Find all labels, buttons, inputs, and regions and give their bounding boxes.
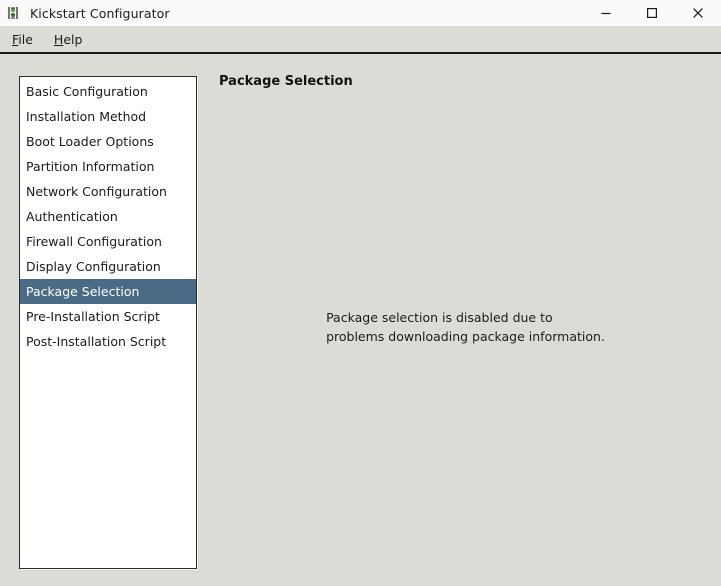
menu-bar: File Help	[0, 26, 721, 54]
minimize-button[interactable]	[583, 0, 629, 26]
content-pane: Package Selection Package selection is d…	[210, 60, 721, 586]
sidebar-item-authentication[interactable]: Authentication	[20, 204, 196, 229]
close-button[interactable]	[675, 0, 721, 26]
menu-item-file-label: ile	[18, 31, 33, 47]
kickstart-app-icon	[6, 5, 22, 21]
sidebar-item-firewall-configuration[interactable]: Firewall Configuration	[20, 229, 196, 254]
window-title: Kickstart Configurator	[30, 5, 170, 21]
sidebar-item-installation-method[interactable]: Installation Method	[20, 104, 196, 129]
disabled-message-line-2: problems downloading package information…	[326, 329, 605, 344]
sidebar-item-label: Basic Configuration	[26, 84, 148, 99]
sidebar-item-label: Network Configuration	[26, 184, 167, 199]
title-bar: Kickstart Configurator	[0, 0, 721, 26]
sidebar-item-label: Firewall Configuration	[26, 234, 162, 249]
menu-item-help-label: elp	[63, 31, 83, 47]
sidebar-item-label: Boot Loader Options	[26, 134, 154, 149]
menu-item-file[interactable]: File	[3, 30, 42, 49]
sidebar-item-basic-configuration[interactable]: Basic Configuration	[20, 79, 196, 104]
sidebar-item-label: Display Configuration	[26, 259, 161, 274]
sidebar-item-pre-installation-script[interactable]: Pre-Installation Script	[20, 304, 196, 329]
sidebar-item-label: Package Selection	[26, 284, 140, 299]
sidebar-item-label: Post-Installation Script	[26, 334, 167, 349]
page-title: Package Selection	[219, 74, 353, 89]
navigation-list-panel: Basic Configuration Installation Method …	[19, 76, 197, 569]
sidebar-item-network-configuration[interactable]: Network Configuration	[20, 179, 196, 204]
sidebar-item-label: Pre-Installation Script	[26, 309, 160, 324]
disabled-message: Package selection is disabled due to pro…	[210, 308, 721, 346]
disabled-message-text: Package selection is disabled due to pro…	[326, 308, 605, 346]
sidebar-item-label: Authentication	[26, 209, 118, 224]
maximize-icon	[645, 6, 659, 20]
sidebar-item-package-selection[interactable]: Package Selection	[20, 279, 196, 304]
sidebar-item-partition-information[interactable]: Partition Information	[20, 154, 196, 179]
sidebar-item-boot-loader-options[interactable]: Boot Loader Options	[20, 129, 196, 154]
kickstart-configurator-window: Kickstart Configurator File Help Basic C…	[0, 0, 721, 586]
window-controls	[583, 0, 721, 26]
sidebar-item-label: Installation Method	[26, 109, 147, 124]
close-icon	[691, 6, 705, 20]
minimize-icon	[599, 6, 613, 20]
sidebar-item-label: Partition Information	[26, 159, 155, 174]
menu-item-help-mnemonic: H	[53, 31, 64, 47]
menu-item-help[interactable]: Help	[45, 30, 92, 49]
sidebar-item-post-installation-script[interactable]: Post-Installation Script	[20, 329, 196, 354]
maximize-button[interactable]	[629, 0, 675, 26]
sidebar-item-display-configuration[interactable]: Display Configuration	[20, 254, 196, 279]
disabled-message-line-1: Package selection is disabled due to	[326, 310, 553, 325]
navigation-list[interactable]: Basic Configuration Installation Method …	[20, 79, 196, 354]
